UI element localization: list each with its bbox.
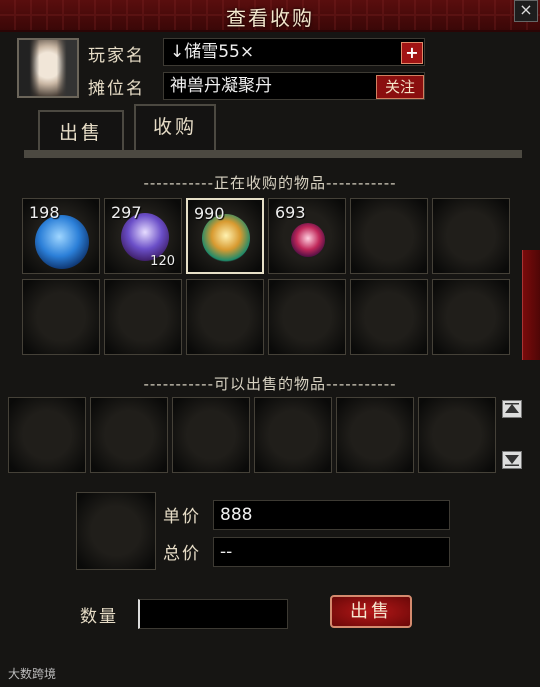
item-price: 120 (150, 254, 175, 269)
sell-item-slot[interactable] (418, 397, 496, 473)
buy-item-slot[interactable] (104, 279, 182, 355)
avatar-portrait (19, 40, 77, 96)
avatar (17, 38, 79, 98)
buy-item-slot[interactable] (432, 279, 510, 355)
buying-section-title: -----------正在收购的物品----------- (143, 174, 397, 192)
buy-item-slot[interactable] (432, 198, 510, 274)
arrow-down-icon (505, 455, 519, 466)
quantity-label: 数量 (80, 607, 118, 627)
item-count: 693 (275, 203, 306, 222)
sell-button[interactable]: 出售 (330, 595, 412, 628)
sell-item-slot[interactable] (336, 397, 414, 473)
side-handle[interactable] (522, 250, 540, 360)
buy-item-slot[interactable]: 297 120 (104, 198, 182, 274)
follow-button[interactable]: 关注 (376, 75, 424, 99)
red-orb-icon (291, 223, 325, 257)
sellable-section-title: -----------可以出售的物品----------- (143, 375, 397, 393)
buy-view-window: 查看收购 × 玩家名 ↓储雪55× + 摊位名 神兽丹凝聚丹 关注 出售 收购 … (0, 0, 540, 687)
selected-item-slot[interactable] (76, 492, 156, 570)
watermark-text: 大数跨境 (8, 667, 57, 681)
buy-item-slot[interactable] (350, 198, 428, 274)
blue-orb-icon (35, 215, 89, 269)
scroll-up-button[interactable] (502, 400, 522, 418)
quantity-input[interactable] (138, 599, 288, 629)
total-price-label: 总价 (163, 544, 201, 564)
scroll-down-button[interactable] (502, 451, 522, 469)
buy-item-slot[interactable] (22, 279, 100, 355)
tab-buy[interactable]: 收购 (134, 104, 216, 150)
tab-sell[interactable]: 出售 (38, 110, 124, 152)
unit-price-field[interactable]: 888 (213, 500, 450, 530)
close-button[interactable]: × (514, 0, 538, 22)
buy-item-slot[interactable]: 693 (268, 198, 346, 274)
stall-name-label: 摊位名 (88, 79, 145, 99)
item-count: 990 (194, 204, 225, 223)
tab-divider (24, 150, 522, 158)
sell-item-slot[interactable] (8, 397, 86, 473)
item-count: 198 (29, 203, 60, 222)
total-price-field: -- (213, 537, 450, 567)
sell-item-slot[interactable] (172, 397, 250, 473)
title-bar[interactable]: 查看收购 (0, 0, 540, 32)
buy-item-slot-selected[interactable]: 990 (186, 198, 264, 274)
buy-item-slot[interactable] (350, 279, 428, 355)
unit-price-label: 单价 (163, 507, 201, 527)
add-friend-button[interactable]: + (401, 42, 423, 64)
sell-item-slot[interactable] (90, 397, 168, 473)
item-count: 297 (111, 203, 142, 222)
buy-item-slot[interactable] (268, 279, 346, 355)
player-name-field: ↓储雪55× (163, 38, 425, 66)
watermark: 大数跨境 (8, 665, 56, 682)
window-title: 查看收购 (226, 6, 314, 30)
buy-item-slot[interactable] (186, 279, 264, 355)
arrow-up-icon (505, 403, 519, 413)
player-name-label: 玩家名 (88, 46, 145, 66)
sell-item-slot[interactable] (254, 397, 332, 473)
buy-item-slot[interactable]: 198 (22, 198, 100, 274)
